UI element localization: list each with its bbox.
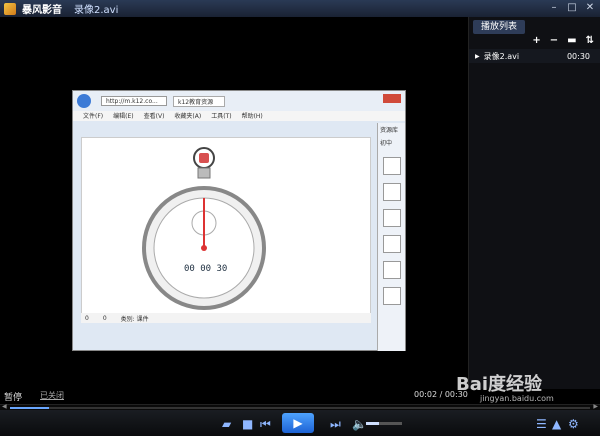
volume-level — [366, 422, 379, 425]
app-name: 暴风影音 — [22, 5, 62, 16]
previous-icon[interactable]: ⏮ — [260, 417, 271, 431]
like-count: 0 — [85, 314, 89, 322]
watermark-logo: Bai度经验 — [456, 374, 543, 395]
seek-back-icon[interactable]: ◀ — [2, 403, 7, 410]
menu-item: 工具(T) — [211, 113, 232, 120]
address-field: http://m.k12.co... — [101, 96, 167, 106]
window-controls: – □ ✕ — [548, 2, 596, 14]
play-button[interactable]: ▶ — [282, 413, 314, 433]
remove-icon[interactable]: − — [550, 35, 558, 46]
control-bar: ▰ ■ ⏮ ▶ ⏭ 🔈 ☰ ▲ ⚙ — [0, 410, 600, 436]
back-icon — [77, 94, 91, 108]
play-indicator-icon: ▶ — [475, 52, 480, 60]
playlist-item-duration: 00:30 — [566, 51, 590, 61]
menu-item: 帮助(H) — [241, 113, 263, 120]
playlist-panel: 播放列表 + − ▬ ⇅ ▶ 录像2.avi 00:30 — [468, 17, 600, 389]
minimize-icon[interactable]: – — [548, 2, 560, 14]
award-count: 0 — [102, 314, 107, 322]
skin-icon[interactable]: ▲ — [552, 417, 561, 431]
browser-close-icon — [383, 94, 401, 103]
player-window: 暴风影音 录像2.avi – □ ✕ http://m.k12.co... k1… — [0, 0, 600, 436]
stop-icon[interactable]: ■ — [242, 417, 253, 431]
playlist-item[interactable]: ▶ 录像2.avi 00:30 — [469, 49, 600, 63]
resource-icon — [382, 209, 401, 227]
resource-icon — [382, 287, 401, 305]
side-title: 资源库 — [380, 127, 399, 134]
sort-icon[interactable]: ⇅ — [586, 35, 594, 46]
maximize-icon[interactable]: □ — [566, 2, 578, 14]
playlist-item-name: 录像2.avi — [483, 51, 520, 61]
app-logo-icon — [4, 2, 16, 15]
category-label: 类别: 课件 — [120, 315, 149, 323]
side-sub: 初中 — [380, 140, 393, 147]
resource-icon — [382, 261, 401, 279]
playlist-icon[interactable]: ☰ — [536, 417, 547, 431]
menu-item: 收藏夹(A) — [174, 113, 202, 120]
video-area[interactable]: http://m.k12.co... k12教育资源 文件(F) 编辑(E) 查… — [0, 17, 468, 389]
add-icon[interactable]: + — [532, 35, 540, 46]
resource-icon — [382, 183, 401, 201]
next-icon[interactable]: ⏭ — [330, 417, 341, 431]
file-title: 录像2.avi — [74, 5, 119, 16]
browser-menu: 文件(F) 编辑(E) 查看(V) 收藏夹(A) 工具(T) 帮助(H) — [73, 111, 405, 121]
volume-icon[interactable]: 🔈 — [352, 417, 367, 431]
playlist-tools: + − ▬ ⇅ — [532, 35, 594, 46]
browser-bar: http://m.k12.co... k12教育资源 — [73, 91, 405, 111]
closed-link[interactable]: 已关闭 — [40, 390, 64, 401]
browser-tab: k12教育资源 — [173, 95, 225, 107]
seek-progress — [10, 407, 49, 409]
resource-sidebar: 资源库 初中 — [377, 123, 405, 351]
tab-playlist[interactable]: 播放列表 — [473, 20, 525, 34]
stopwatch-panel: 00 00 30 — [81, 137, 371, 317]
resource-icon — [382, 235, 401, 253]
delete-icon[interactable]: ▬ — [567, 35, 576, 46]
menu-item: 查看(V) — [143, 113, 165, 120]
menu-item: 编辑(E) — [113, 113, 134, 120]
stopwatch-readout: 00 00 30 — [184, 264, 227, 274]
browser-status: 0 0 类别: 课件 — [81, 313, 371, 323]
open-folder-icon[interactable]: ▰ — [222, 417, 231, 431]
close-icon[interactable]: ✕ — [584, 2, 596, 14]
seek-forward-icon[interactable]: ▶ — [593, 403, 598, 410]
stopwatch-icon: 00 00 30 — [142, 147, 266, 310]
volume-slider[interactable] — [366, 422, 402, 425]
embedded-screenshot: http://m.k12.co... k12教育资源 文件(F) 编辑(E) 查… — [72, 90, 406, 351]
title-bar: 暴风影音 录像2.avi – □ ✕ — [0, 0, 600, 17]
menu-item: 文件(F) — [83, 113, 104, 120]
watermark-url: jingyan.baidu.com — [480, 394, 554, 403]
play-state: 暂停 — [4, 393, 23, 403]
settings-gear-icon[interactable]: ⚙ — [568, 417, 579, 431]
resource-icon — [382, 157, 401, 175]
seek-track[interactable] — [10, 407, 590, 409]
